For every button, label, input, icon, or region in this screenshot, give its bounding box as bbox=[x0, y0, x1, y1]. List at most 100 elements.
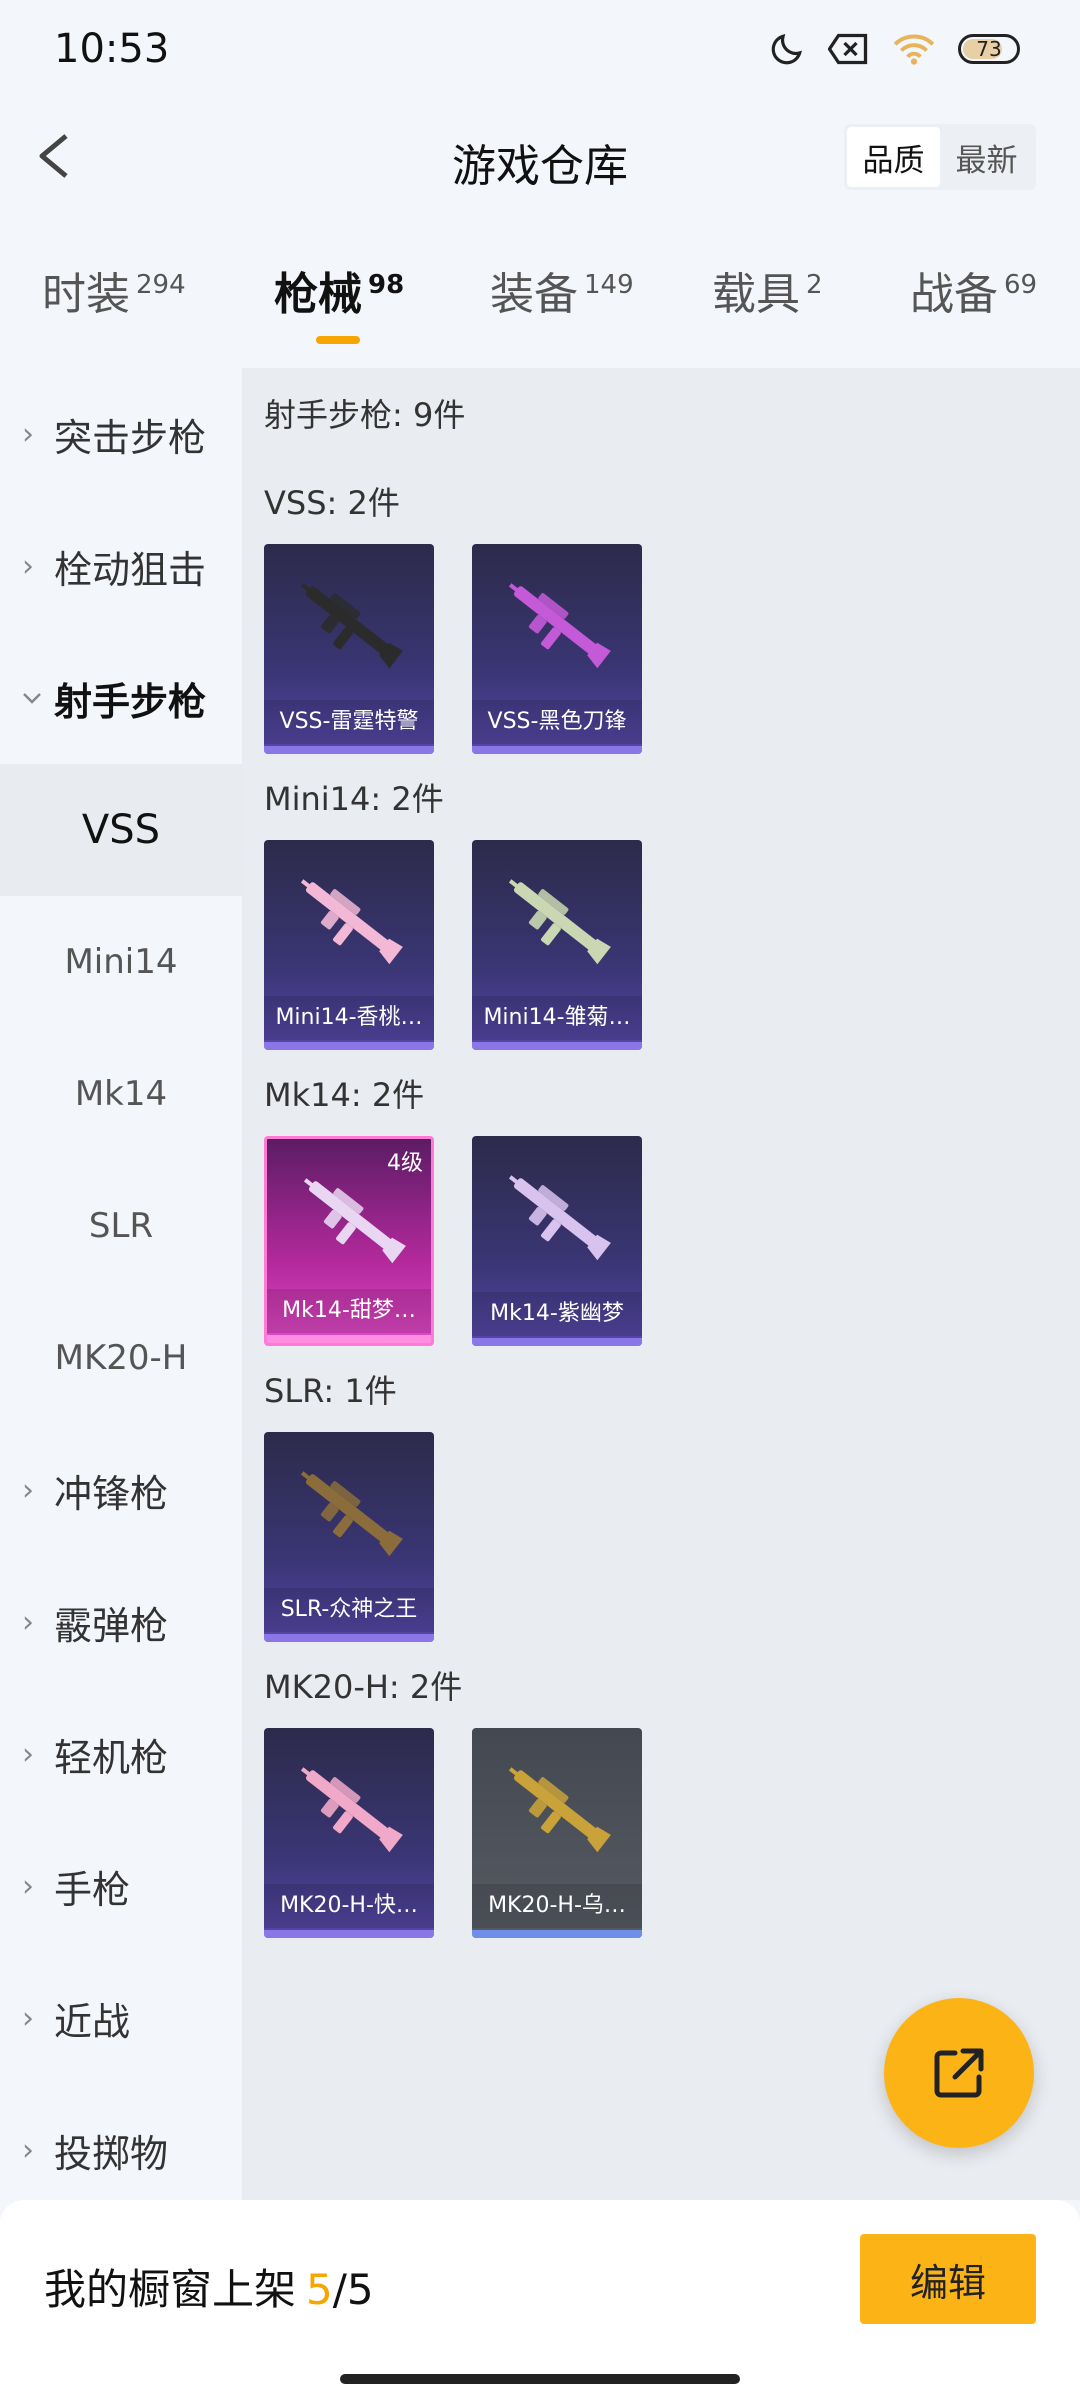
sidebar-item-label: 霰弹枪 bbox=[54, 1603, 169, 1648]
rarity-bar bbox=[264, 1634, 434, 1642]
tab-firearms[interactable]: 枪械 98 bbox=[274, 258, 404, 322]
chevron-right-icon: › bbox=[22, 1472, 34, 1508]
sidebar-item-label: 射手步枪 bbox=[54, 679, 207, 724]
chevron-right-icon: › bbox=[22, 548, 34, 584]
tab-count: 2 bbox=[806, 270, 823, 301]
category-tabs: 时装 294 枪械 98 装备 149 载具 2 战备 69 bbox=[0, 250, 1080, 350]
tab-equipment[interactable]: 装备 149 bbox=[490, 258, 634, 322]
item-name: VSS-黑色刀锋 bbox=[472, 700, 642, 744]
status-icons: 73 bbox=[768, 30, 1020, 68]
item-card[interactable]: Mk14-紫幽梦 bbox=[472, 1136, 642, 1346]
sidebar-item-shotgun[interactable]: › 霰弹枪 bbox=[0, 1556, 242, 1688]
status-bar: 10:53 73 bbox=[0, 0, 1080, 100]
tab-count: 69 bbox=[1004, 270, 1038, 301]
item-name: Mk14-紫幽梦 bbox=[472, 1292, 642, 1336]
rarity-bar bbox=[472, 1042, 642, 1050]
status-time: 10:53 bbox=[54, 26, 170, 72]
chevron-right-icon: › bbox=[22, 1604, 34, 1640]
tab-label: 时装 bbox=[42, 269, 130, 320]
item-name: Mini14-雏菊… bbox=[472, 996, 642, 1040]
item-name: MK20-H-快… bbox=[264, 1884, 434, 1928]
sidebar-item-label: 突击步枪 bbox=[54, 415, 207, 460]
chevron-right-icon: › bbox=[22, 1736, 34, 1772]
rifle-icon bbox=[508, 1175, 611, 1261]
battery-icon: 73 bbox=[958, 34, 1020, 64]
sidebar-item-marksman-rifle[interactable]: 射手步枪 bbox=[0, 632, 242, 764]
rifle-icon bbox=[300, 879, 403, 965]
item-card[interactable]: MK20-H-乌… bbox=[472, 1728, 642, 1938]
item-card[interactable]: SLR-众神之王 bbox=[264, 1432, 434, 1642]
item-card[interactable]: Mini14-香桃… bbox=[264, 840, 434, 1050]
rifle-icon bbox=[508, 879, 611, 965]
sort-option-quality[interactable]: 品质 bbox=[847, 127, 940, 187]
showcase-total: /5 bbox=[332, 2265, 374, 2314]
sidebar-item-label: 栓动狙击 bbox=[54, 547, 207, 592]
item-card[interactable]: 4级 Mk14-甜梦… bbox=[264, 1136, 434, 1346]
rarity-bar bbox=[472, 746, 642, 754]
sidebar-item-label: 近战 bbox=[54, 1999, 131, 2044]
tab-vehicles[interactable]: 载具 2 bbox=[712, 258, 823, 322]
tab-label: 装备 bbox=[490, 269, 578, 320]
section-title: MK20-H: 2件 bbox=[264, 1668, 463, 1706]
item-card[interactable]: VSS-黑色刀锋 bbox=[472, 544, 642, 754]
sidebar-sub-mk20h[interactable]: MK20-H bbox=[0, 1292, 242, 1424]
item-name: VSS-雷霆特警 bbox=[264, 700, 434, 744]
item-name: MK20-H-乌… bbox=[472, 1884, 642, 1928]
item-grid-panel[interactable]: 射手步枪: 9件 VSS: 2件 VSS-雷霆特警 VSS-黑色刀锋 Mini1… bbox=[242, 368, 1080, 2200]
sidebar-item-lmg[interactable]: › 轻机枪 bbox=[0, 1688, 242, 1820]
moon-icon bbox=[771, 34, 802, 65]
chevron-right-icon: › bbox=[22, 1868, 34, 1904]
level-badge: 4级 bbox=[387, 1151, 423, 1176]
sidebar: › 突击步枪 › 栓动狙击 射手步枪 VSS Mini14 Mk14 SLR MK2… bbox=[0, 368, 242, 2200]
sidebar-item-bolt-sniper[interactable]: › 栓动狙击 bbox=[0, 500, 242, 632]
tab-label: 载具 bbox=[712, 269, 800, 320]
share-button[interactable] bbox=[884, 1998, 1034, 2148]
chevron-right-icon: › bbox=[22, 2132, 34, 2168]
chevron-right-icon: › bbox=[22, 416, 34, 452]
item-card[interactable]: Mini14-雏菊… bbox=[472, 840, 642, 1050]
sidebar-item-throwable[interactable]: › 投掷物 bbox=[0, 2084, 242, 2216]
bottom-bar: 我的橱窗上架 5/5 编辑 bbox=[0, 2200, 1080, 2400]
rifle-icon bbox=[300, 583, 403, 669]
sidebar-item-label: 冲锋枪 bbox=[54, 1471, 169, 1516]
tab-label: 战备 bbox=[910, 269, 998, 320]
sidebar-sub-slr[interactable]: SLR bbox=[0, 1160, 242, 1292]
tab-fashion[interactable]: 时装 294 bbox=[42, 258, 186, 322]
sort-option-newest[interactable]: 最新 bbox=[940, 127, 1033, 187]
sidebar-item-smg[interactable]: › 冲锋枪 bbox=[0, 1424, 242, 1556]
sidebar-item-label: 投掷物 bbox=[54, 2131, 169, 2176]
sidebar-item-assault-rifle[interactable]: › 突击步枪 bbox=[0, 368, 242, 500]
chevron-right-icon: › bbox=[22, 2000, 34, 2036]
sidebar-item-pistol[interactable]: › 手枪 bbox=[0, 1820, 242, 1952]
tab-supplies[interactable]: 战备 69 bbox=[910, 258, 1037, 322]
share-external-icon bbox=[934, 2048, 984, 2098]
item-card[interactable]: MK20-H-快… bbox=[264, 1728, 434, 1938]
sidebar-item-label: 轻机枪 bbox=[54, 1735, 169, 1780]
rifle-icon bbox=[508, 583, 611, 669]
edit-button[interactable]: 编辑 bbox=[860, 2234, 1036, 2324]
showcase-label: 我的橱窗上架 bbox=[44, 2265, 297, 2314]
tab-count: 98 bbox=[368, 270, 405, 301]
active-tab-indicator bbox=[316, 336, 360, 344]
item-card[interactable]: VSS-雷霆特警 bbox=[264, 544, 434, 754]
section-title: Mini14: 2件 bbox=[264, 780, 444, 818]
item-name: Mk14-甜梦… bbox=[267, 1289, 431, 1333]
sidebar-item-melee[interactable]: › 近战 bbox=[0, 1952, 242, 2084]
showcase-status: 我的橱窗上架 5/5 bbox=[44, 2256, 374, 2317]
rifle-icon bbox=[300, 1767, 403, 1853]
rifle-icon bbox=[300, 1471, 403, 1557]
section-title: SLR: 1件 bbox=[264, 1372, 397, 1410]
sidebar-sub-mk14[interactable]: Mk14 bbox=[0, 1028, 242, 1160]
battery-level: 73 bbox=[976, 37, 1002, 61]
item-name: Mini14-香桃… bbox=[264, 996, 434, 1040]
sidebar-sub-mini14[interactable]: Mini14 bbox=[0, 896, 242, 1028]
rifle-icon bbox=[303, 1178, 406, 1264]
category-summary: 射手步枪: 9件 bbox=[264, 396, 466, 434]
rarity-bar bbox=[264, 1930, 434, 1938]
tab-count: 149 bbox=[584, 270, 634, 301]
sidebar-item-label: 手枪 bbox=[54, 1867, 131, 1912]
sidebar-sub-vss[interactable]: VSS bbox=[0, 764, 242, 896]
home-indicator[interactable] bbox=[340, 2374, 740, 2384]
chevron-down-icon bbox=[22, 691, 42, 705]
header: 游戏仓库 品质 最新 bbox=[0, 100, 1080, 220]
